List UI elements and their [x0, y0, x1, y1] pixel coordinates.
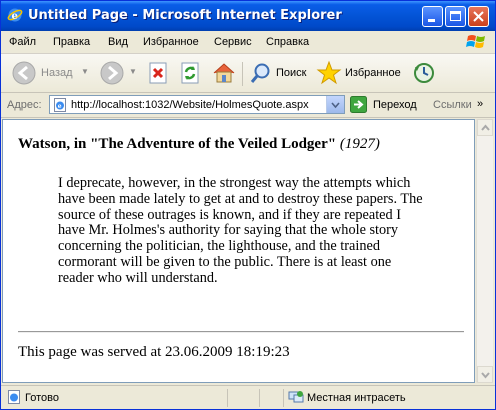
windows-logo-icon: [466, 35, 485, 48]
window-title: Untitled Page - Microsoft Internet Explo…: [28, 8, 342, 23]
back-arrow-icon[interactable]: [11, 60, 37, 86]
address-label: Адрес:: [7, 99, 42, 111]
scroll-up-icon: [481, 124, 490, 131]
forward-arrow-icon[interactable]: [99, 60, 125, 86]
served-timestamp: This page was served at 23.06.2009 18:19…: [18, 344, 290, 360]
status-text: Готово: [25, 392, 59, 404]
scroll-down-button[interactable]: [477, 366, 493, 383]
chevron-down-icon: [331, 102, 340, 109]
quote-year: (1927): [339, 136, 380, 152]
close-icon: [473, 11, 484, 22]
done-page-icon: [8, 390, 20, 404]
svg-text:e: e: [58, 103, 62, 110]
back-button-label[interactable]: Назад: [41, 67, 73, 79]
forward-dropdown-icon[interactable]: ▼: [129, 67, 137, 76]
quote-heading: Watson, in "The Adventure of the Veiled …: [18, 136, 380, 153]
address-bar: Адрес: e http://localhost:1032/Website/H…: [1, 93, 495, 118]
stop-icon[interactable]: [147, 60, 171, 86]
address-dropdown-button[interactable]: [326, 96, 344, 113]
status-divider: [259, 389, 261, 407]
status-bar: Готово Местная интрасеть: [1, 385, 495, 409]
go-arrow-icon[interactable]: [350, 96, 367, 113]
page-icon: e: [54, 98, 66, 112]
favorites-star-icon[interactable]: [316, 60, 342, 86]
menu-favorites[interactable]: Избранное: [143, 36, 199, 48]
address-input[interactable]: e http://localhost:1032/Website/HolmesQu…: [49, 95, 345, 114]
favorites-button-label[interactable]: Избранное: [345, 67, 401, 79]
go-button-label[interactable]: Переход: [373, 99, 417, 111]
menu-file[interactable]: Файл: [9, 36, 36, 48]
menu-view[interactable]: Вид: [108, 36, 128, 48]
quote-attribution: Watson, in "The Adventure of the Veiled …: [18, 136, 340, 152]
horizontal-rule: [18, 331, 464, 333]
links-label[interactable]: Ссылки: [433, 99, 472, 111]
maximize-button[interactable]: [445, 6, 466, 27]
menu-bar: Файл Правка Вид Избранное Сервис Справка: [1, 31, 495, 54]
status-divider: [283, 389, 285, 407]
menu-edit[interactable]: Правка: [53, 36, 90, 48]
status-divider: [227, 389, 229, 407]
maximize-icon: [450, 11, 461, 21]
toolbar: Назад ▼ ▼ Поиск Избранное: [1, 54, 495, 93]
vertical-scrollbar[interactable]: [476, 119, 493, 383]
close-button[interactable]: [468, 6, 489, 27]
quote-text: I deprecate, however, in the strongest w…: [58, 175, 423, 286]
links-chevron-icon[interactable]: »: [477, 98, 483, 110]
svg-text:e: e: [12, 11, 18, 22]
search-button-label[interactable]: Поиск: [276, 67, 306, 79]
minimize-button[interactable]: [422, 6, 443, 27]
browser-window: e Untitled Page - Microsoft Internet Exp…: [0, 0, 496, 410]
media-history-icon[interactable]: [411, 60, 437, 86]
intranet-zone-icon: [288, 391, 304, 403]
menu-tools[interactable]: Сервис: [214, 36, 252, 48]
search-icon[interactable]: [248, 60, 274, 86]
address-url[interactable]: http://localhost:1032/Website/HolmesQuot…: [71, 99, 309, 111]
scroll-down-icon: [481, 372, 490, 379]
internet-explorer-icon: e: [7, 8, 23, 22]
page-viewport: Watson, in "The Adventure of the Veiled …: [2, 119, 475, 383]
title-bar[interactable]: e Untitled Page - Microsoft Internet Exp…: [1, 1, 495, 31]
menu-help[interactable]: Справка: [266, 36, 309, 48]
security-zone-label: Местная интрасеть: [307, 392, 406, 404]
home-icon[interactable]: [211, 60, 237, 86]
back-dropdown-icon[interactable]: ▼: [81, 67, 89, 76]
toolbar-separator: [242, 62, 243, 86]
scroll-up-button[interactable]: [477, 119, 493, 136]
minimize-icon: [428, 19, 435, 22]
refresh-icon[interactable]: [179, 60, 203, 86]
